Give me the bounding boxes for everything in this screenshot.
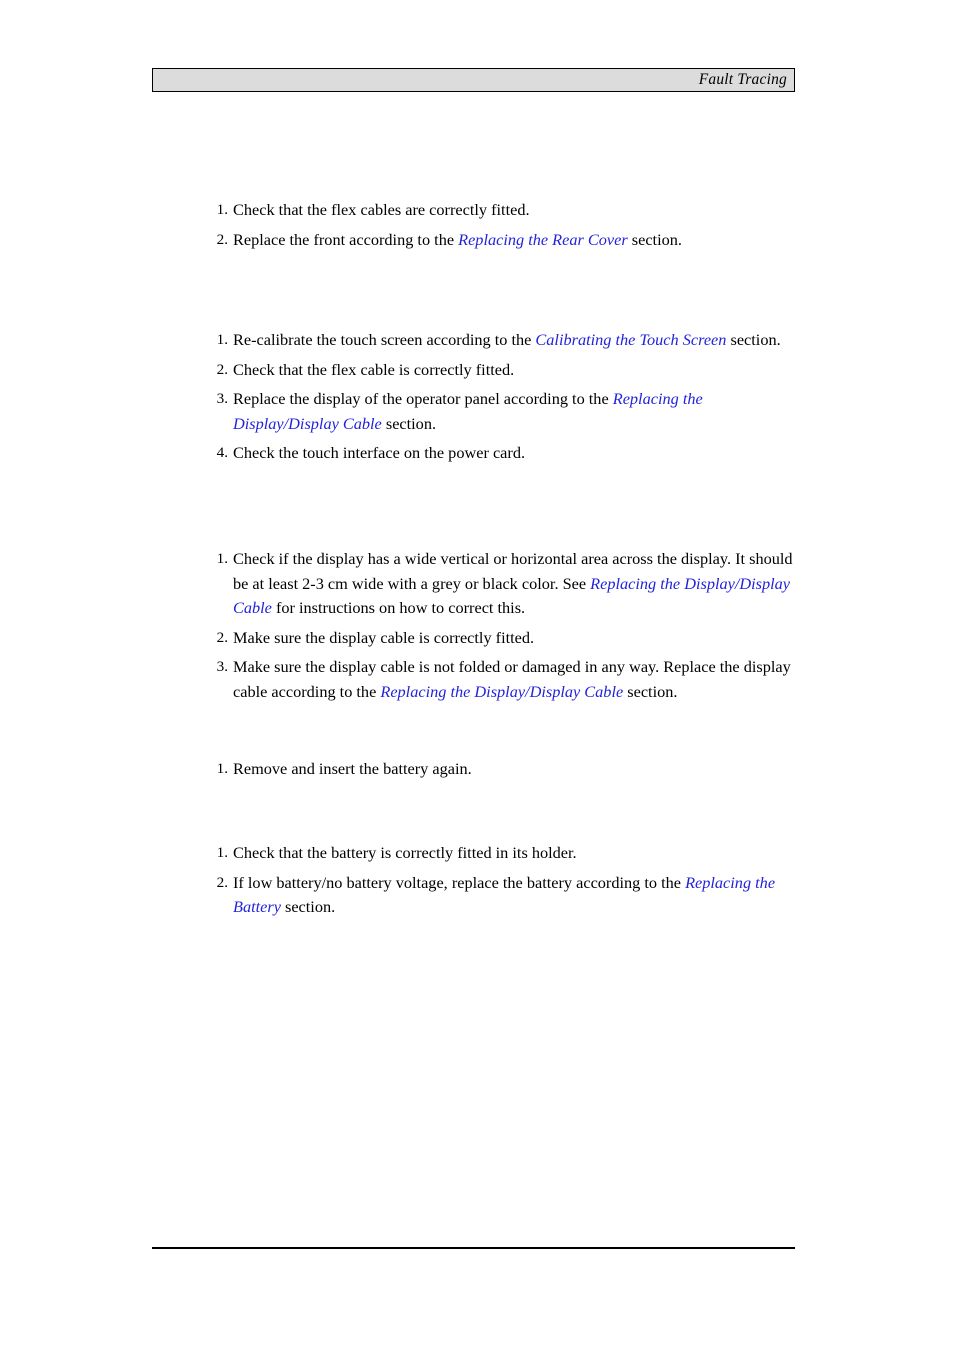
step-text-run: for instructions on how to correct this. <box>271 598 526 618</box>
list-item: 3. Make sure the display cable is not fol… <box>152 655 795 704</box>
procedure-list-4: 1. Remove and insert the battery again. <box>152 757 795 782</box>
step-text-run: Check that the flex cables are correctly… <box>233 200 530 219</box>
step-number: 1. <box>216 760 228 777</box>
list-item: 1. Re-calibrate the touch screen accordin… <box>152 328 795 353</box>
list-item: 1. Check that the battery is correctly fi… <box>152 841 795 866</box>
list-item: 1. Check if the display has a wide vertic… <box>152 547 795 621</box>
step-text-run: section. <box>627 229 682 249</box>
list-item: 1. Remove and insert the battery again. <box>152 757 795 782</box>
step-text: Remove and insert the battery again. <box>233 759 472 778</box>
cross-reference-link[interactable]: Replacing the Rear Cover <box>458 230 628 249</box>
running-header-title: Fault Tracing <box>698 71 787 89</box>
list-item: 2. If low battery/no battery voltage, rep… <box>152 871 795 920</box>
step-text-run: Re-calibrate the touch screen according … <box>233 330 536 349</box>
step-text-run: If low battery/no battery voltage, repla… <box>233 872 686 892</box>
step-text-run: Check that the flex cable is correctly f… <box>233 359 515 379</box>
step-text-run: Check that the battery is correctly fitt… <box>233 843 577 862</box>
step-text-run: section. <box>726 330 781 349</box>
step-text: Check that the flex cables are correctly… <box>233 200 530 219</box>
step-text: Check that the flex cable is correctly f… <box>233 360 514 379</box>
step-text-run: Remove and insert the battery again. <box>233 759 472 778</box>
list-item: 2. Check that the flex cable is correctly… <box>152 358 795 383</box>
ordered-step-list: 1. Check if the display has a wide vertic… <box>152 547 795 705</box>
step-number: 2. <box>216 360 228 378</box>
step-number: 1. <box>216 201 228 218</box>
step-text: Make sure the display cable is correctly… <box>233 628 534 647</box>
ordered-step-list: 1. Re-calibrate the touch screen accordin… <box>152 328 795 466</box>
step-text-run: Replace the display of the operator pane… <box>233 389 613 409</box>
step-number: 2. <box>216 628 228 646</box>
cross-reference-link[interactable]: Calibrating the Touch Screen <box>535 330 726 349</box>
step-text: Check if the display has a wide vertical… <box>233 549 793 617</box>
list-item: 1. Check that the flex cables are correct… <box>152 198 795 223</box>
step-text-run: section. <box>623 681 678 701</box>
step-text-run: Make sure the display cable is correctly… <box>233 627 535 647</box>
list-item: 4. Check the touch interface on the power… <box>152 441 795 466</box>
list-item: 3. Replace the display of the operator pa… <box>152 387 795 436</box>
procedure-list-5: 1. Check that the battery is correctly fi… <box>152 841 795 920</box>
procedure-list-1: 1. Check that the flex cables are correct… <box>152 198 795 252</box>
step-text: Check that the battery is correctly fitt… <box>233 843 577 862</box>
step-text: Re-calibrate the touch screen according … <box>233 330 781 349</box>
step-number: 2. <box>216 873 228 891</box>
step-number: 1. <box>216 844 228 861</box>
procedure-list-2: 1. Re-calibrate the touch screen accordin… <box>152 328 795 466</box>
footer-divider <box>152 1247 795 1249</box>
step-text-run: Check the touch interface on the power c… <box>233 443 526 463</box>
step-number: 3. <box>216 390 228 408</box>
step-number: 1. <box>216 550 228 567</box>
ordered-step-list: 1. Check that the battery is correctly fi… <box>152 841 795 920</box>
ordered-step-list: 1. Remove and insert the battery again. <box>152 757 795 782</box>
running-header: Fault Tracing <box>152 68 795 92</box>
step-text: Replace the front according to the Repla… <box>233 230 682 249</box>
cross-reference-link[interactable]: Replacing the Display/Display Cable <box>380 682 623 701</box>
ordered-step-list: 1. Check that the flex cables are correct… <box>152 198 795 252</box>
step-text-run: section. <box>280 897 336 917</box>
step-text: Make sure the display cable is not folde… <box>233 657 791 701</box>
list-item: 2. Make sure the display cable is correct… <box>152 626 795 651</box>
step-text-run: section. <box>381 413 437 433</box>
step-text-run: Replace the front according to the <box>233 229 459 249</box>
step-number: 3. <box>216 658 228 676</box>
list-item: 2. Replace the front according to the Rep… <box>152 228 795 253</box>
step-text: Replace the display of the operator pane… <box>233 389 703 433</box>
step-text: Check the touch interface on the power c… <box>233 443 525 462</box>
step-number: 4. <box>216 444 228 462</box>
procedure-list-3: 1. Check if the display has a wide vertic… <box>152 547 795 705</box>
step-number: 2. <box>216 230 228 248</box>
step-number: 1. <box>216 331 228 348</box>
step-text: If low battery/no battery voltage, repla… <box>233 873 775 917</box>
